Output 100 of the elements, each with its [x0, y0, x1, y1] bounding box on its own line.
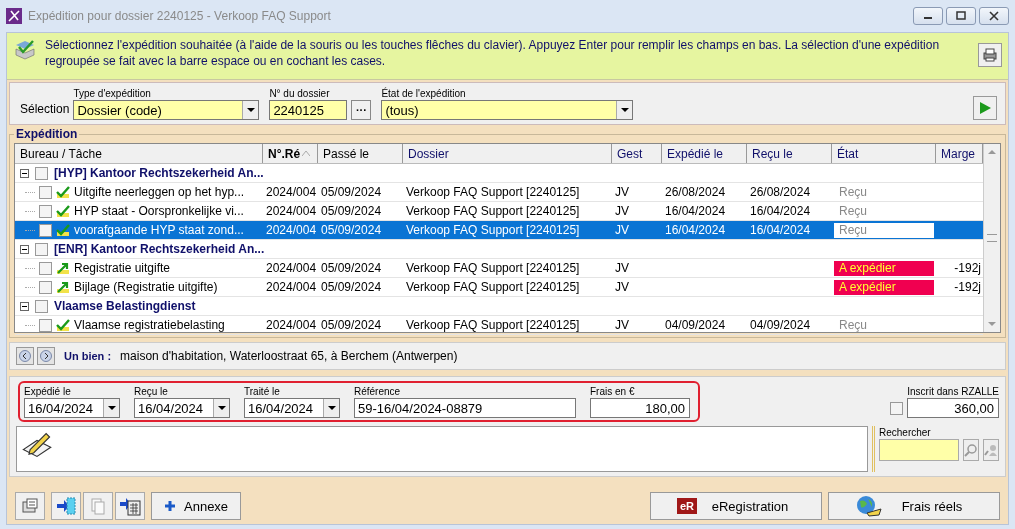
collapse-toggle[interactable] — [20, 301, 29, 311]
checkbox[interactable] — [39, 318, 52, 332]
field-label: Référence — [354, 385, 402, 398]
column-header[interactable]: Expédié le — [662, 144, 747, 163]
close-button[interactable] — [979, 7, 1009, 25]
table-row[interactable]: Registratie uitgifte 2024/004 05/09/2024 Verkoop FAQ Support [2240125] JV A expédier -192j — [15, 259, 983, 278]
caret-icon — [217, 406, 226, 410]
sort-icon — [302, 151, 311, 156]
check-icon — [56, 185, 70, 199]
date-field[interactable]: 16/04/2024 — [244, 398, 340, 418]
search-user-button[interactable] — [983, 439, 999, 461]
date-field[interactable]: 16/04/2024 — [24, 398, 120, 418]
window-title: Expédition pour dossier 2240125 - Verkoop FAQ Support — [28, 9, 332, 23]
browse-button[interactable]: ··· — [351, 100, 372, 120]
checkbox[interactable] — [39, 223, 52, 237]
forward-icon — [40, 350, 52, 362]
table-cell-text: 16/04/2024 — [664, 203, 727, 220]
status-label: Reçu — [834, 222, 934, 238]
documents-icon — [21, 497, 39, 515]
date-field[interactable]: 16/04/2024 — [134, 398, 230, 418]
group-label: [ENR] Kantoor Rechtszekerheid An... — [54, 242, 265, 256]
field-label: N° du dossier — [269, 87, 331, 100]
table-cell-text: 2024/004 — [265, 279, 318, 296]
back-icon — [19, 350, 31, 362]
table-cell-text: Verkoop FAQ Support [2240125] — [405, 222, 581, 239]
notes-area[interactable] — [16, 426, 868, 472]
table-cell-text: 26/08/2024 — [664, 184, 727, 201]
checkbox[interactable] — [890, 401, 903, 415]
task-name: voorafgaande HYP staat zond... — [74, 223, 244, 237]
plus-icon — [164, 500, 176, 512]
globe-icon — [855, 495, 883, 517]
checkbox[interactable] — [39, 204, 52, 218]
table-cell-text: Verkoop FAQ Support [2240125] — [405, 279, 581, 296]
maximize-button[interactable] — [946, 7, 976, 25]
column-header[interactable]: N°.Ré — [263, 144, 318, 163]
table-cell-text: Verkoop FAQ Support [2240125] — [405, 184, 581, 201]
eregistration-button[interactable]: eR eRegistration — [650, 492, 822, 520]
table-row[interactable]: Bijlage (Registratie uitgifte) 2024/004 05/09/2024 Verkoop FAQ Support [2240125] JV A expédier -192j — [15, 278, 983, 297]
status-label: Reçu — [838, 317, 868, 333]
column-header[interactable]: Gest — [612, 144, 662, 163]
checkbox[interactable] — [35, 299, 48, 313]
import-button[interactable] — [51, 492, 81, 520]
table-cell-text: 2024/004 — [265, 260, 318, 277]
table-cell-text: 05/09/2024 — [320, 260, 383, 277]
dossier-field[interactable]: 2240125 — [269, 100, 348, 120]
checkbox[interactable] — [39, 185, 52, 199]
group-title: Expédition — [15, 127, 79, 141]
calculator-button[interactable] — [115, 492, 145, 520]
column-header[interactable]: Reçu le — [747, 144, 832, 163]
minimize-button[interactable] — [913, 7, 943, 25]
search-icon — [964, 443, 978, 457]
checkbox[interactable] — [39, 261, 52, 275]
table-cell-text: 16/04/2024 — [749, 203, 812, 220]
table-cell-text: 2024/004 — [265, 222, 318, 239]
state-dropdown[interactable]: (tous) — [381, 100, 634, 120]
column-header[interactable]: État — [832, 144, 936, 163]
property-label: Un bien : — [64, 350, 112, 362]
task-name: Uitgifte neerleggen op het hyp... — [74, 185, 245, 199]
printer-icon — [982, 47, 998, 63]
field-label: Frais en € — [590, 385, 636, 398]
table-row[interactable]: Uitgifte neerleggen op het hyp... 2024/004 05/09/2024 Verkoop FAQ Support [2240125] JV 26/08/2024 26/08/2024 Reçu — [15, 183, 983, 202]
column-header[interactable]: Bureau / Tâche — [15, 144, 263, 163]
collapse-toggle[interactable] — [20, 168, 29, 178]
field-label: Reçu le — [134, 385, 169, 398]
table-row[interactable]: voorafgaande HYP staat zond... 2024/004 05/09/2024 Verkoop FAQ Support [2240125] JV 16/04/2024 16/04/2024 Reçu — [15, 221, 983, 240]
search-button[interactable] — [963, 439, 979, 461]
table-row[interactable]: Vlaamse registratiebelasting 2024/004 05/09/2024 Verkoop FAQ Support [2240125] JV 04/09/2024 04/09/2024 Reçu — [15, 316, 983, 335]
search-field[interactable] — [879, 439, 959, 461]
properties-button[interactable] — [15, 492, 45, 520]
status-label: Reçu — [838, 184, 868, 200]
type-dropdown[interactable]: Dossier (code) — [73, 100, 260, 120]
previous-button[interactable] — [16, 347, 34, 365]
table-cell-text: 26/08/2024 — [749, 184, 812, 201]
table-cell-text: 2024/004 — [265, 184, 318, 201]
checkbox[interactable] — [39, 280, 52, 294]
print-button[interactable] — [978, 43, 1002, 67]
collapse-toggle[interactable] — [20, 244, 29, 254]
table-cell-text: 16/04/2024 — [749, 222, 812, 239]
checkbox[interactable] — [35, 242, 48, 256]
scrollbar[interactable] — [983, 144, 1000, 332]
import-arrow-icon — [56, 496, 76, 516]
table-cell-text: 05/09/2024 — [320, 184, 383, 201]
table-cell-text: Verkoop FAQ Support [2240125] — [405, 203, 581, 220]
app-icon — [6, 8, 22, 24]
reference-field[interactable]: 59-16/04/2024-08879 — [354, 398, 576, 418]
checkbox[interactable] — [35, 166, 48, 180]
field-label: Inscrit dans RZALLE — [907, 385, 999, 398]
column-header[interactable]: Passé le — [318, 144, 403, 163]
amount-field[interactable]: 360,00 — [907, 398, 999, 418]
run-button[interactable] — [973, 96, 997, 120]
status-label: A expédier — [834, 260, 934, 276]
actual-costs-button[interactable]: Frais réels — [828, 492, 1000, 520]
table-cell-text: 16/04/2024 — [664, 222, 727, 239]
task-name: Vlaamse registratiebelasting — [74, 318, 225, 332]
field-label: Type d'expédition — [73, 87, 152, 100]
fee-field[interactable]: 180,00 — [590, 398, 690, 418]
next-button[interactable] — [37, 347, 55, 365]
table-cell-text: JV — [614, 279, 630, 296]
annex-button[interactable]: Annexe — [151, 492, 242, 520]
column-header[interactable]: Dossier — [403, 144, 612, 163]
